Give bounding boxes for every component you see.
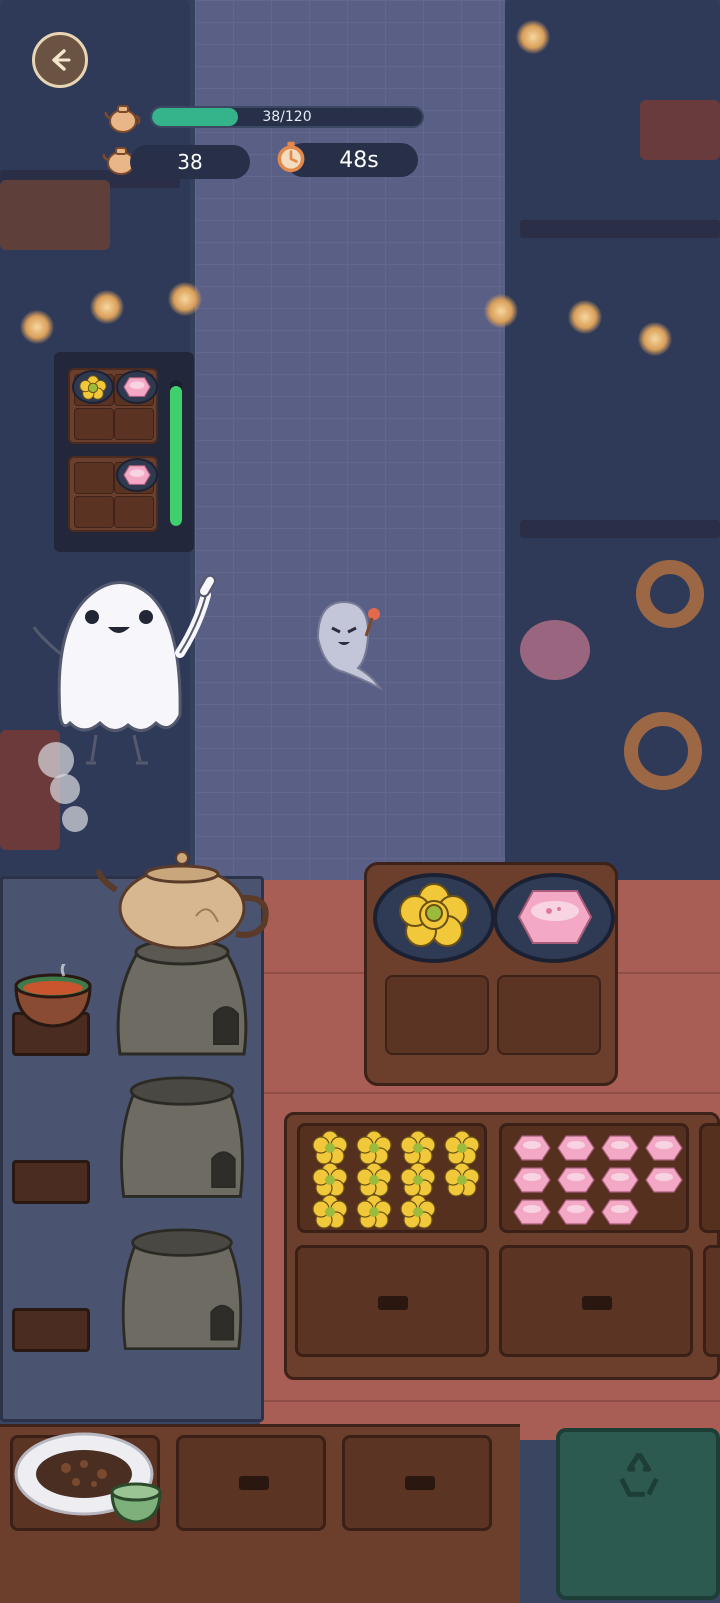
- cabinet-drawer-2[interactable]: [499, 1245, 693, 1357]
- pink-hexagon-pastry-icon: [517, 890, 593, 944]
- trash-bin[interactable]: [556, 1428, 720, 1600]
- back-arrow-icon: [52, 49, 71, 71]
- tea-coaster-3[interactable]: [12, 1308, 90, 1352]
- yellow-pastry-item[interactable]: [444, 1130, 480, 1165]
- pastry-cabinet: [284, 1112, 720, 1380]
- pink-pastry-item[interactable]: [513, 1135, 551, 1161]
- pink-pastry-item[interactable]: [557, 1167, 595, 1193]
- pink-pastry-item[interactable]: [645, 1135, 683, 1161]
- extra-bin: [699, 1123, 720, 1233]
- yellow-pastry-item[interactable]: [312, 1194, 348, 1229]
- progress-text: 38/120: [262, 109, 312, 125]
- coin-counter: 38: [130, 145, 250, 179]
- pink-pastry-bin[interactable]: [499, 1123, 689, 1233]
- serving-tray[interactable]: [364, 862, 618, 1086]
- patience-fill: [170, 385, 182, 526]
- progress-bar: 38/120: [150, 106, 424, 128]
- cabinet-drawer-3: [703, 1245, 720, 1357]
- clay-stove-2[interactable]: [110, 1076, 254, 1204]
- clay-stove-1[interactable]: [110, 934, 254, 1062]
- wandering-ghost: [316, 600, 383, 690]
- small-tea-cup[interactable]: [108, 1482, 164, 1526]
- yellow-flower-pastry-icon: [399, 883, 469, 947]
- yellow-pastry-item[interactable]: [400, 1130, 436, 1165]
- pink-pastry-item[interactable]: [601, 1135, 639, 1161]
- cabinet-drawer-1[interactable]: [295, 1245, 489, 1357]
- bottom-drawer-2[interactable]: [176, 1435, 326, 1531]
- yellow-pastry-item[interactable]: [356, 1162, 392, 1197]
- yellow-pastry-item[interactable]: [312, 1162, 348, 1197]
- yellow-pastry-item[interactable]: [400, 1162, 436, 1197]
- serving-plate-pink-pastry[interactable]: [493, 873, 615, 963]
- yellow-pastry-item[interactable]: [400, 1194, 436, 1229]
- pink-pastry-item[interactable]: [513, 1199, 551, 1225]
- teapot[interactable]: [96, 846, 272, 950]
- serving-plate-yellow-pastry[interactable]: [373, 873, 495, 963]
- recycle-icon: [619, 1452, 659, 1497]
- yellow-pastry-bin[interactable]: [297, 1123, 487, 1233]
- order-tray-2: [68, 456, 158, 532]
- pink-pastry-item[interactable]: [601, 1167, 639, 1193]
- tea-coaster-2[interactable]: [12, 1160, 90, 1204]
- order-yellow-pastry: [72, 370, 114, 404]
- bottom-drawer-3[interactable]: [342, 1435, 492, 1531]
- order-pink-pastry: [116, 370, 158, 404]
- order-tray-1: [68, 368, 158, 444]
- pink-pastry-item[interactable]: [557, 1199, 595, 1225]
- pink-pastry-item[interactable]: [601, 1199, 639, 1225]
- pink-pastry-item[interactable]: [645, 1167, 683, 1193]
- yellow-pastry-item[interactable]: [444, 1162, 480, 1197]
- stopwatch-icon: [277, 141, 305, 173]
- patience-bar: [170, 380, 182, 526]
- teapot-icon: [104, 105, 141, 133]
- pink-pastry-item[interactable]: [513, 1167, 551, 1193]
- yellow-pastry-item[interactable]: [356, 1130, 392, 1165]
- tea-cup[interactable]: [12, 964, 94, 1034]
- pink-pastry-item[interactable]: [557, 1135, 595, 1161]
- yellow-pastry-item[interactable]: [312, 1130, 348, 1165]
- back-button[interactable]: [32, 32, 88, 88]
- yellow-pastry-item[interactable]: [356, 1194, 392, 1229]
- clay-stove-3[interactable]: [110, 1228, 254, 1356]
- order-pink-pastry: [116, 458, 158, 492]
